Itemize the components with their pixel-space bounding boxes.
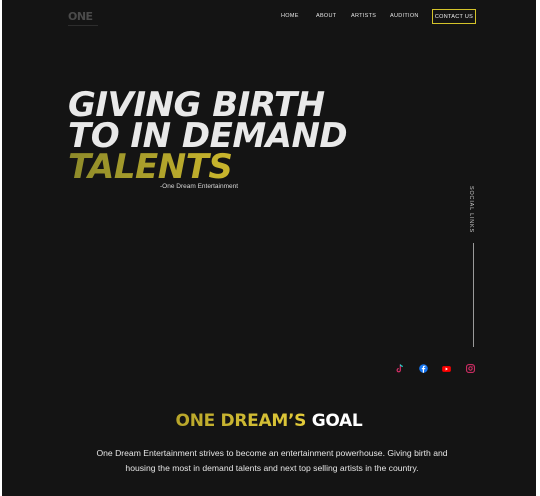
social-divider: [473, 243, 474, 347]
facebook-icon[interactable]: [419, 364, 428, 373]
hero-heading: GIVING BIRTH TO IN DEMAND TALENTS: [68, 88, 348, 184]
goal-title-gold: ONE DREAM’S: [175, 411, 307, 431]
goal-title: ONE DREAM’S GOAL: [2, 411, 536, 431]
nav-home[interactable]: HOME: [281, 13, 299, 19]
instagram-icon[interactable]: [466, 364, 475, 373]
contact-us-button[interactable]: CONTACT US: [432, 9, 476, 24]
youtube-icon[interactable]: [442, 364, 451, 373]
nav-about[interactable]: ABOUT: [316, 13, 336, 19]
hero-line-3: TALENTS: [68, 150, 347, 184]
social-links-label: SOCIAL LINKS: [468, 186, 474, 233]
hero-tagline: -One Dream Entertainment: [160, 183, 239, 190]
goal-description: One Dream Entertainment strives to becom…: [96, 448, 448, 473]
page: ONE HOME ABOUT ARTISTS AUDITION CONTACT …: [2, 0, 536, 496]
nav-audition[interactable]: AUDITION: [390, 13, 419, 19]
nav-artists[interactable]: ARTISTS: [351, 13, 376, 19]
goal-title-white: GOAL: [311, 411, 363, 431]
tiktok-icon[interactable]: [395, 364, 404, 373]
